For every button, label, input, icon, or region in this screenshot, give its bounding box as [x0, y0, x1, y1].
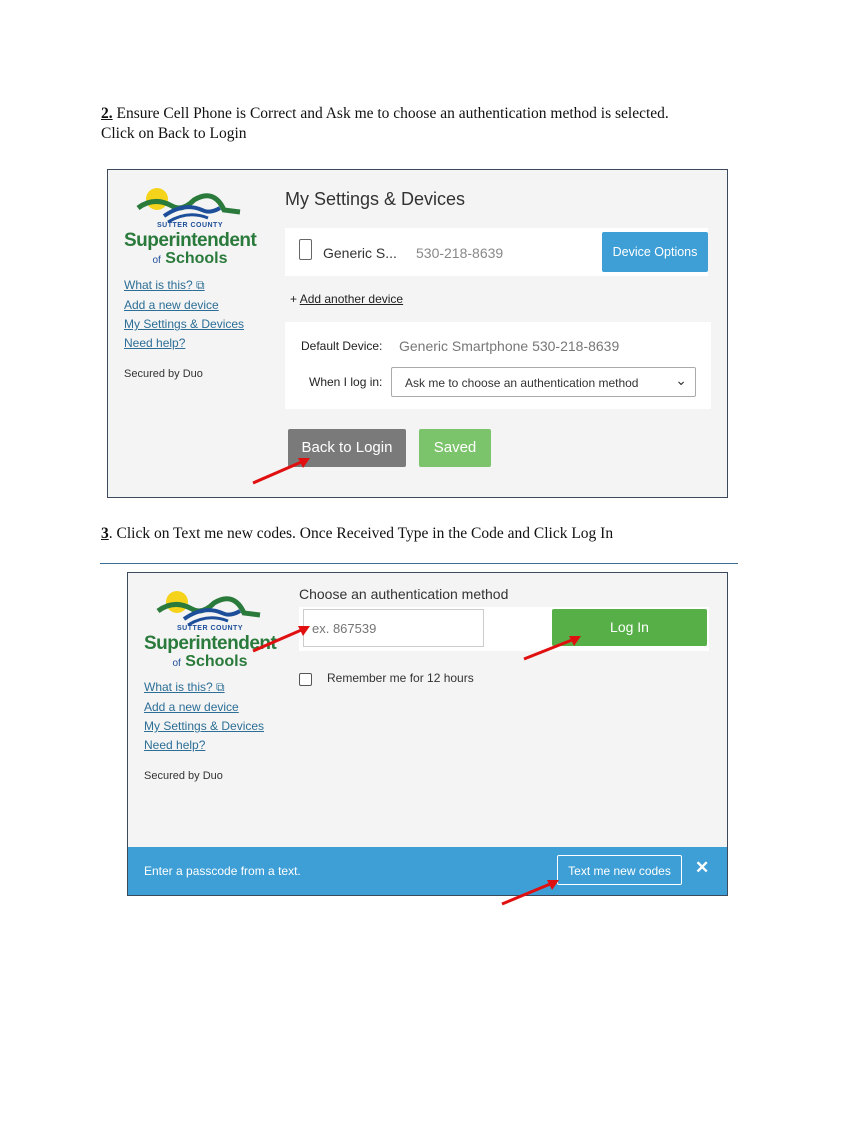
- my-settings-link[interactable]: My Settings & Devices: [124, 317, 244, 331]
- external-link-icon: ⧉: [196, 278, 205, 292]
- step2-line1: Ensure Cell Phone is Correct and Ask me …: [116, 105, 669, 122]
- logo-schools: Schools: [185, 653, 248, 670]
- logo-of: of: [152, 255, 161, 266]
- step2-text: 2. Ensure Cell Phone is Correct and Ask …: [101, 104, 669, 144]
- default-device-label: Default Device:: [301, 339, 383, 353]
- remember-label: Remember me for 12 hours: [327, 671, 474, 685]
- when-login-label: When I log in:: [309, 375, 383, 389]
- arrow-icon: [252, 626, 310, 653]
- step3-line: . Click on Text me new codes. Once Recei…: [108, 525, 614, 542]
- plus-icon: +: [290, 292, 298, 306]
- add-another-device: + Add another device: [290, 292, 403, 306]
- add-another-device-link[interactable]: Add another device: [300, 292, 403, 306]
- close-icon[interactable]: ✕: [695, 858, 709, 878]
- what-is-this-link[interactable]: What is this? ⧉: [144, 680, 264, 695]
- secured-by-duo: Secured by Duo: [124, 368, 203, 380]
- arrow-icon: [523, 636, 581, 661]
- what-is-this-link[interactable]: What is this? ⧉: [124, 278, 244, 293]
- sidebar: What is this? ⧉ Add a new device My Sett…: [124, 278, 244, 380]
- when-login-select[interactable]: Ask me to choose an authentication metho…: [391, 367, 696, 397]
- add-device-link[interactable]: Add a new device: [124, 298, 244, 312]
- device-options-button[interactable]: Device Options: [602, 232, 708, 272]
- my-settings-link[interactable]: My Settings & Devices: [144, 719, 264, 733]
- logo: SUTTER COUNTY Superintendent of Schools: [124, 186, 264, 276]
- settings-panel: SUTTER COUNTY Superintendent of Schools …: [107, 169, 728, 498]
- chevron-down-icon: ⌄: [675, 372, 687, 388]
- need-help-link[interactable]: Need help?: [144, 738, 264, 752]
- logo-line3: of Schools: [124, 250, 256, 268]
- add-device-link[interactable]: Add a new device: [144, 700, 264, 714]
- text-me-new-codes-button[interactable]: Text me new codes: [557, 855, 682, 885]
- step3-text: 3. Click on Text me new codes. Once Rece…: [101, 524, 613, 544]
- secured-by-duo: Secured by Duo: [144, 770, 223, 782]
- settings-title: My Settings & Devices: [285, 189, 466, 209]
- footer-text: Enter a passcode from a text.: [144, 864, 301, 878]
- logo-hills-icon: [136, 193, 241, 224]
- when-login-value: Ask me to choose an authentication metho…: [405, 376, 639, 390]
- saved-button[interactable]: Saved: [419, 429, 491, 467]
- arrow-icon: [252, 458, 310, 485]
- phone-icon: [299, 239, 312, 260]
- remember-checkbox[interactable]: [299, 673, 312, 686]
- step2-number: 2.: [101, 105, 113, 122]
- passcode-input[interactable]: [303, 609, 484, 647]
- default-settings-box: Default Device: Generic Smartphone 530-2…: [285, 322, 711, 409]
- logo-line1: SUTTER COUNTY: [157, 222, 223, 229]
- auth-title: Choose an authentication method: [299, 586, 509, 602]
- default-device-value: Generic Smartphone 530-218-8639: [399, 338, 620, 354]
- need-help-link[interactable]: Need help?: [124, 336, 244, 350]
- logo-line2: Superintendent: [124, 230, 257, 251]
- sidebar: What is this? ⧉ Add a new device My Sett…: [144, 680, 264, 782]
- step2-line2: Click on Back to Login: [101, 125, 247, 142]
- logo-schools: Schools: [165, 250, 228, 267]
- divider: [100, 563, 738, 564]
- external-link-icon: ⧉: [216, 680, 225, 694]
- arrow-icon: [501, 880, 559, 906]
- step3-number: 3: [101, 525, 109, 542]
- message-footer: Enter a passcode from a text. Text me ne…: [128, 847, 727, 895]
- device-phone: 530-218-8639: [416, 245, 504, 261]
- logo-of: of: [172, 658, 181, 669]
- auth-panel: SUTTER COUNTY Superintendent of Schools …: [127, 572, 728, 896]
- device-name: Generic S...: [323, 245, 397, 261]
